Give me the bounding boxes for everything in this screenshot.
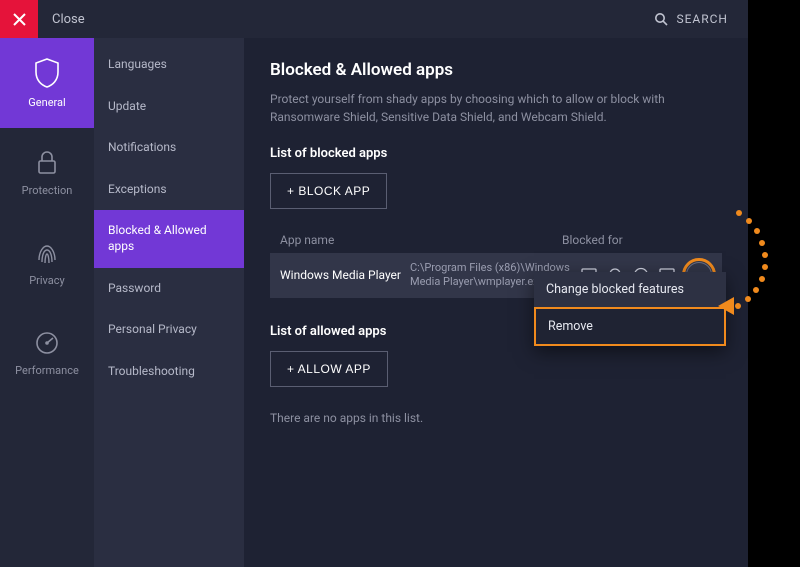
secnav-item-update[interactable]: Update: [94, 86, 244, 128]
rail-item-protection[interactable]: Protection: [0, 128, 94, 218]
search-label: SEARCH: [676, 12, 728, 26]
allowed-empty-text: There are no apps in this list.: [270, 411, 722, 425]
secondary-nav: Languages Update Notifications Exception…: [94, 38, 244, 567]
secnav-item-blocked-allowed-apps[interactable]: Blocked & Allowed apps: [94, 210, 244, 267]
rail-item-label: Privacy: [29, 274, 65, 287]
page-title: Blocked & Allowed apps: [270, 60, 722, 80]
secnav-item-password[interactable]: Password: [94, 268, 244, 310]
secnav-item-languages[interactable]: Languages: [94, 44, 244, 86]
secnav-item-notifications[interactable]: Notifications: [94, 127, 244, 169]
col-blocked-for: Blocked for: [562, 233, 712, 247]
page-description: Protect yourself from shady apps by choo…: [270, 90, 710, 126]
close-button[interactable]: [0, 0, 38, 38]
allow-app-button[interactable]: + ALLOW APP: [270, 351, 388, 387]
primary-nav-rail: General Protection Privacy Performance: [0, 38, 94, 567]
title-bar: Close SEARCH: [0, 0, 748, 38]
rail-item-label: Protection: [22, 184, 73, 197]
rail-item-general[interactable]: General: [0, 38, 94, 128]
popup-remove[interactable]: Remove: [534, 307, 726, 346]
close-label[interactable]: Close: [38, 12, 85, 27]
fingerprint-icon: [34, 240, 60, 266]
app-name: Windows Media Player: [280, 268, 410, 282]
rail-item-label: General: [28, 96, 65, 109]
secnav-item-personal-privacy[interactable]: Personal Privacy: [94, 309, 244, 351]
app-window: Close SEARCH General Protection: [0, 0, 748, 567]
gauge-icon: [34, 330, 60, 356]
secnav-item-troubleshooting[interactable]: Troubleshooting: [94, 351, 244, 393]
popup-change-features[interactable]: Change blocked features: [534, 272, 726, 307]
blocked-table-header: App name Blocked for: [270, 227, 722, 253]
rail-item-label: Performance: [15, 364, 79, 377]
row-actions-popup: Change blocked features Remove: [534, 272, 726, 346]
secnav-item-exceptions[interactable]: Exceptions: [94, 169, 244, 211]
search-icon: [654, 12, 668, 26]
block-app-button[interactable]: + BLOCK APP: [270, 173, 387, 209]
blocked-heading: List of blocked apps: [270, 146, 722, 161]
rail-item-performance[interactable]: Performance: [0, 308, 94, 398]
content-area: Blocked & Allowed apps Protect yourself …: [244, 38, 748, 567]
shield-icon: [34, 58, 60, 88]
rail-item-privacy[interactable]: Privacy: [0, 218, 94, 308]
search-button[interactable]: SEARCH: [654, 12, 748, 26]
col-app-name: App name: [280, 233, 410, 247]
lock-icon: [36, 150, 58, 176]
